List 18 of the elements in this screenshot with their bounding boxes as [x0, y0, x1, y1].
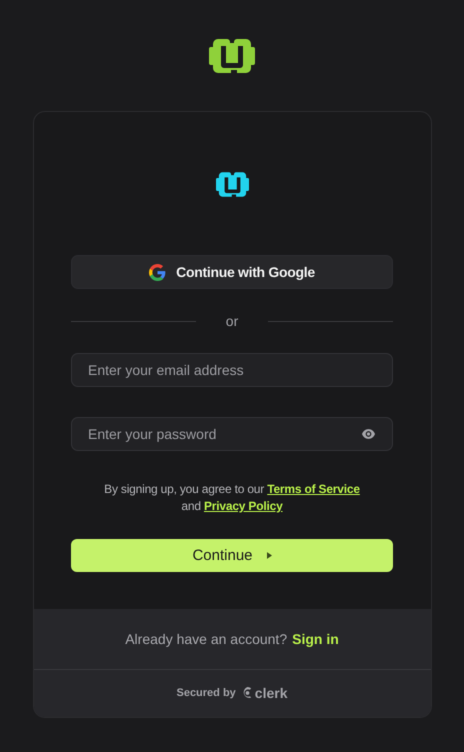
privacy-link[interactable]: Privacy Policy — [204, 499, 283, 513]
brand-icon — [242, 686, 253, 698]
signin-link[interactable]: Sign in — [292, 631, 339, 647]
divider-label: or — [224, 313, 240, 329]
signin-prompt: Already have an account? — [125, 631, 288, 647]
brand-name: clerk — [254, 684, 288, 700]
google-button[interactable]: Continue with Google — [71, 255, 393, 289]
google-icon — [149, 264, 166, 280]
eye-icon[interactable] — [362, 429, 375, 439]
email-field[interactable]: Enter your email address — [71, 353, 393, 387]
logo-icon — [216, 170, 248, 198]
secured-label: Secured by — [176, 686, 236, 698]
logo-icon — [209, 36, 255, 74]
legal-text: By signing up, you agree to our Terms of Service and Privacy Policy — [104, 481, 360, 515]
continue-button[interactable]: Continue — [71, 539, 393, 572]
terms-link[interactable]: Terms of Service — [267, 482, 360, 496]
password-field[interactable]: Enter your password — [71, 417, 393, 451]
caret-icon — [266, 552, 272, 559]
